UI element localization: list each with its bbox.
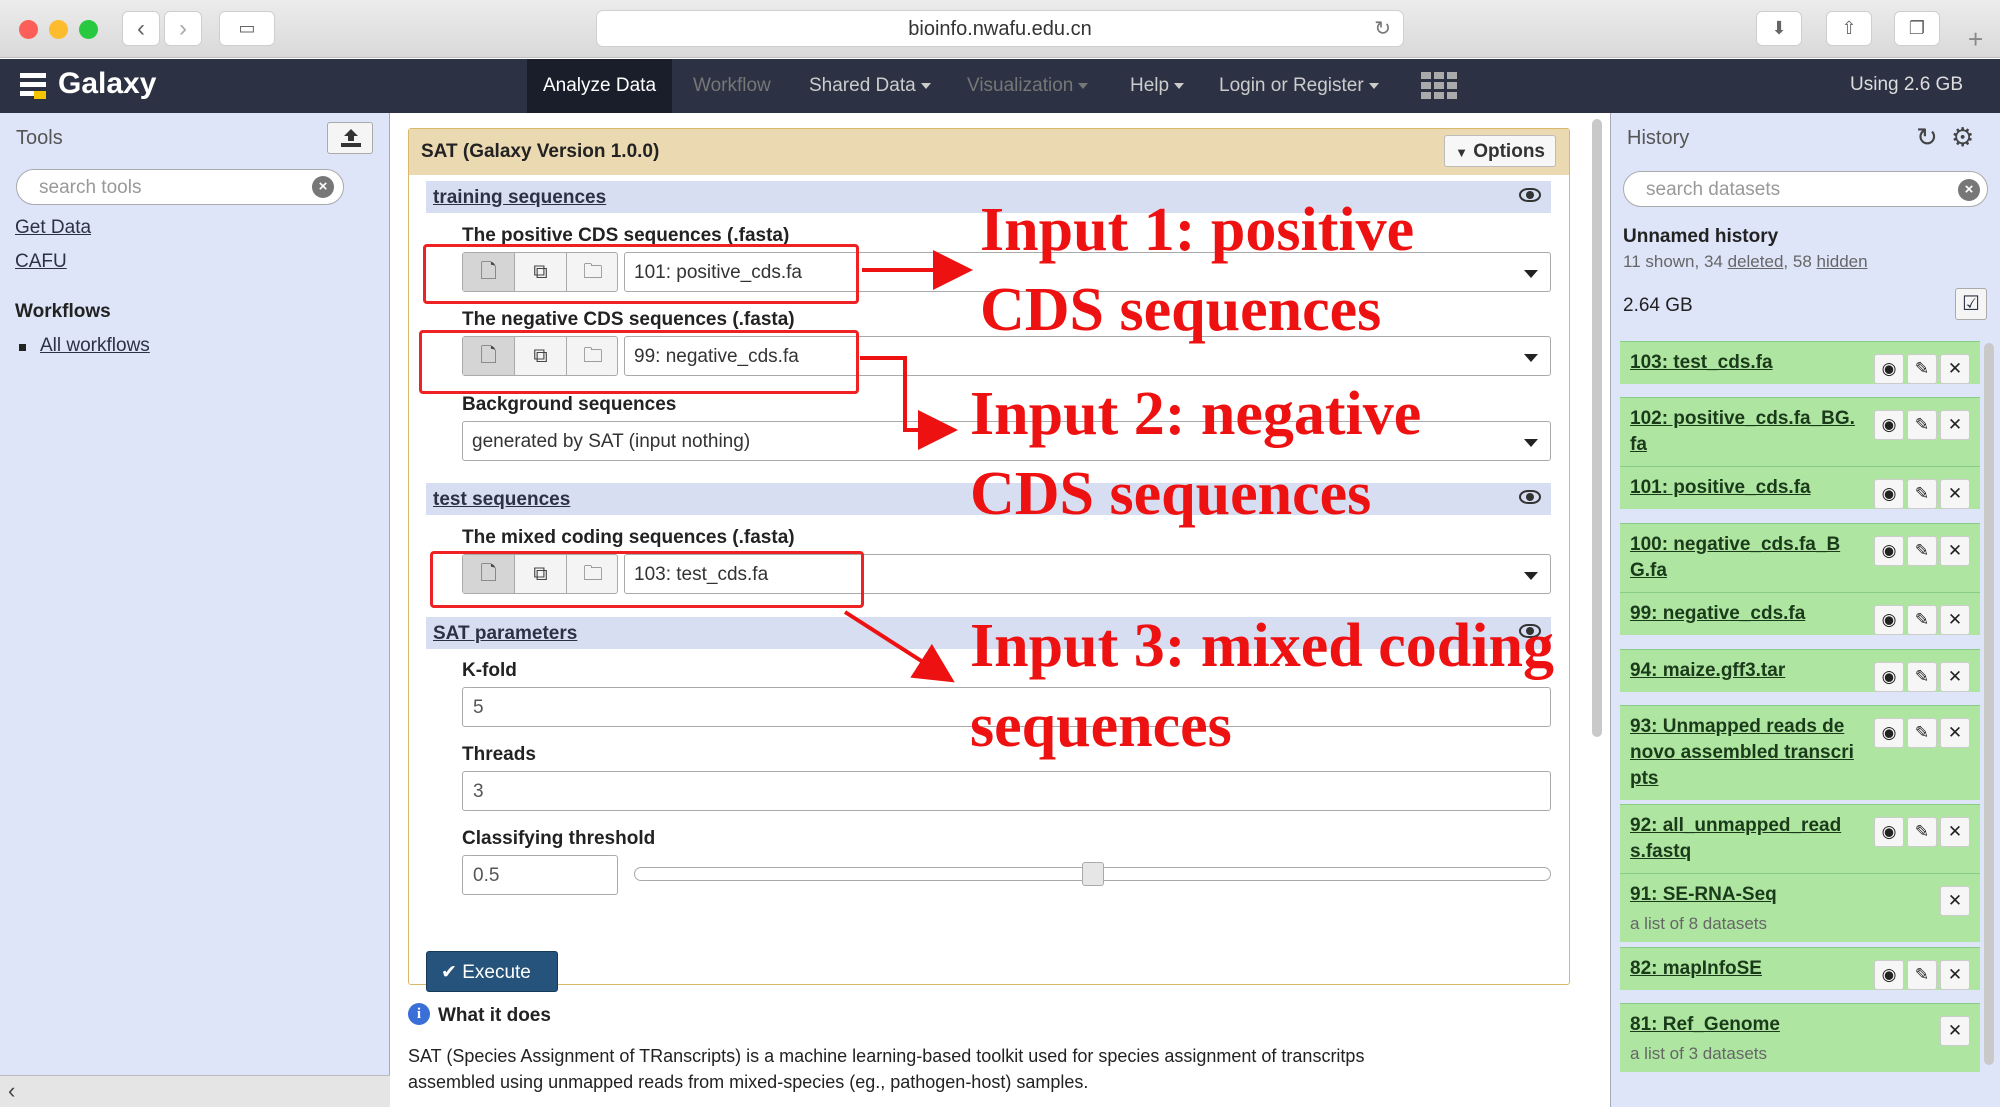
annotation-input-1: Input 1: positive CDS sequences xyxy=(980,190,1414,350)
annotation-input-3: Input 3: mixed coding sequences xyxy=(970,606,1554,766)
annotation-input-2: Input 2: negative CDS sequences xyxy=(970,374,1421,534)
annotation-input-1-line-1: Input 1: positive xyxy=(980,196,1415,264)
arrow-input-3 xyxy=(843,610,955,683)
annotation-arrows xyxy=(843,250,973,683)
annotation-input-3-line-2: sequences xyxy=(970,692,1232,760)
annotation-input-2-line-2: CDS sequences xyxy=(970,460,1372,528)
annotation-input-1-line-2: CDS sequences xyxy=(980,276,1382,344)
arrow-input-2 xyxy=(860,356,958,450)
annotation-input-2-line-1: Input 2: negative xyxy=(970,380,1422,448)
annotation-input-3-line-1: Input 3: mixed coding xyxy=(970,612,1554,680)
